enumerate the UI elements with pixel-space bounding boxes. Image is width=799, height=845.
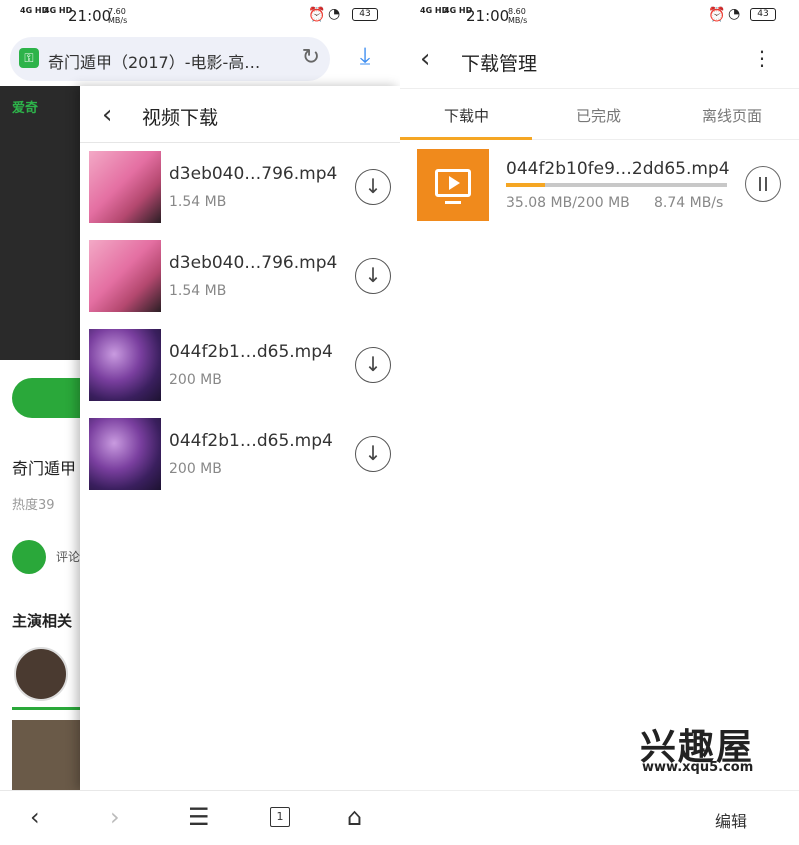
alarm-icon: ⏰ [308, 7, 326, 23]
file-size: 200 MB [169, 372, 222, 388]
list-item[interactable]: 044f2b1…d65.mp4 200 MB ↓ [80, 410, 400, 499]
bg-comment-label: 评论 [56, 550, 81, 564]
status-time: 21:00 [68, 7, 112, 25]
back-arrow-icon[interactable]: ‹ [420, 44, 430, 74]
video-download-sheet: ‹ 视频下载 d3eb040…796.mp4 1.54 MB ↓ d3eb040… [80, 86, 400, 790]
wifi-icon: ◔ [728, 6, 741, 22]
sheet-title: 视频下载 [142, 107, 219, 129]
tab-downloading[interactable]: 下载中 [444, 105, 489, 126]
active-tab-indicator [400, 137, 532, 140]
reload-icon[interactable]: ↻ [302, 45, 320, 70]
status-speed: 7.60 MB/s [108, 7, 128, 25]
bottom-bar: 编辑 [400, 790, 799, 845]
sheet-header: ‹ 视频下载 [80, 86, 400, 143]
tabs-count-button[interactable]: 1 [270, 807, 290, 827]
download-speed: 8.74 MB/s [654, 195, 724, 211]
file-name: 044f2b1…d65.mp4 [169, 342, 333, 362]
video-file-icon [417, 149, 489, 221]
pause-icon[interactable] [745, 166, 781, 202]
avatar[interactable] [14, 647, 68, 701]
download-tabs: 下载中 已完成 离线页面 [400, 88, 799, 140]
alarm-icon: ⏰ [708, 7, 726, 23]
forward-icon[interactable]: › [110, 803, 120, 831]
download-circle-icon[interactable]: ↓ [355, 436, 391, 472]
bg-thumbnail[interactable] [12, 720, 80, 790]
file-name: d3eb040…796.mp4 [169, 164, 338, 184]
list-item[interactable]: 044f2b1…d65.mp4 200 MB ↓ [80, 321, 400, 410]
download-task[interactable]: 044f2b10fe9…2dd65.mp4 35.08 MB/200 MB 8.… [400, 141, 799, 229]
page-title: 下载管理 [461, 53, 538, 75]
more-options-icon[interactable]: ⋮ [752, 46, 772, 70]
bg-heat-label: 热度39 [12, 498, 55, 513]
tab-underline [12, 707, 80, 710]
status-time: 21:00 [466, 7, 510, 25]
video-thumbnail [89, 329, 161, 401]
video-thumbnail [89, 418, 161, 490]
list-item[interactable]: d3eb040…796.mp4 1.54 MB ↓ [80, 232, 400, 321]
status-speed: 8.60 MB/s [508, 7, 528, 25]
menu-icon[interactable]: ☰ [188, 803, 210, 831]
browser-bottom-nav: ‹ › ☰ 1 ⌂ [0, 790, 400, 845]
address-bar[interactable]: ⚿ 奇门遁甲（2017）-电影-高… ↻ [10, 37, 330, 81]
back-arrow-icon[interactable]: ‹ [102, 100, 112, 130]
file-size: 200 MB [169, 461, 222, 477]
watermark-url: www.xqu5.com [642, 760, 754, 775]
download-icon[interactable]: ⤓ [349, 42, 381, 74]
browser-panel: 4G HD 4G HD 21:00 7.60 MB/s ⏰ ◔ 43 ⚿ 奇门遁甲… [0, 0, 400, 845]
wifi-icon: ◔ [328, 6, 341, 22]
play-button-bg[interactable] [12, 378, 80, 418]
file-name: d3eb040…796.mp4 [169, 253, 338, 273]
video-player-area [0, 86, 80, 360]
lock-icon: ⚿ [19, 48, 39, 68]
bg-section-title: 主演相关 [12, 612, 73, 630]
back-icon[interactable]: ‹ [30, 803, 40, 831]
download-manager-panel: 4G HD 4G HD 21:00 8.60 MB/s ⏰ ◔ 43 ‹ 下载管理… [400, 0, 799, 845]
file-size: 1.54 MB [169, 194, 227, 210]
file-name: 044f2b1…d65.mp4 [169, 431, 333, 451]
file-size: 1.54 MB [169, 283, 227, 299]
download-circle-icon[interactable]: ↓ [355, 169, 391, 205]
battery-indicator: 43 [352, 8, 378, 21]
battery-indicator: 43 [750, 8, 776, 21]
bg-video-title: 奇门遁甲 [12, 459, 77, 478]
tab-completed[interactable]: 已完成 [576, 105, 621, 126]
status-bar: 4G HD 4G HD 21:00 8.60 MB/s ⏰ ◔ 43 [400, 0, 799, 32]
page-header: ‹ 下载管理 ⋮ [400, 32, 799, 88]
address-bar-text: 奇门遁甲（2017）-电影-高… [48, 53, 261, 72]
site-logo: 爱奇 [12, 101, 39, 116]
download-file-name: 044f2b10fe9…2dd65.mp4 [506, 159, 730, 179]
download-progress-text: 35.08 MB/200 MB [506, 195, 630, 211]
home-icon[interactable]: ⌂ [347, 803, 362, 831]
download-progress-bar [506, 183, 727, 187]
list-item[interactable]: d3eb040…796.mp4 1.54 MB ↓ [80, 143, 400, 232]
video-thumbnail [89, 151, 161, 223]
comment-icon[interactable] [12, 540, 46, 574]
download-circle-icon[interactable]: ↓ [355, 258, 391, 294]
status-bar: 4G HD 4G HD 21:00 7.60 MB/s ⏰ ◔ 43 [0, 0, 400, 32]
tab-offline-pages[interactable]: 离线页面 [702, 105, 762, 126]
edit-button[interactable]: 编辑 [715, 808, 747, 832]
download-progress-fill [506, 183, 545, 187]
video-thumbnail [89, 240, 161, 312]
download-circle-icon[interactable]: ↓ [355, 347, 391, 383]
